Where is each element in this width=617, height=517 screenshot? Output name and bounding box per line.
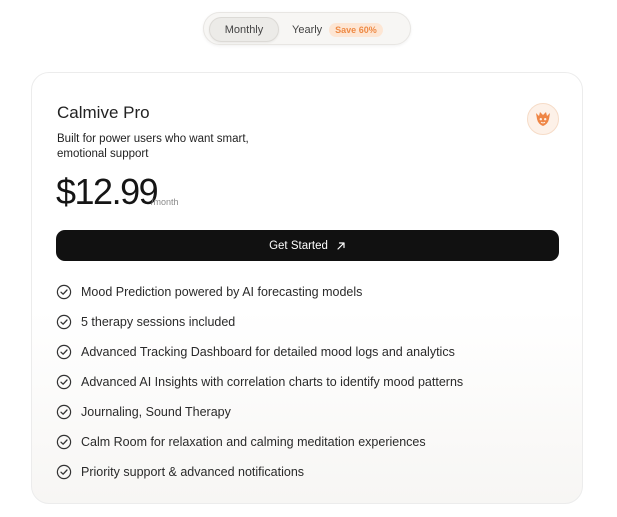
yearly-label: Yearly: [292, 23, 323, 36]
check-circle-icon: [56, 434, 72, 450]
feature-text: Journaling, Sound Therapy: [81, 405, 231, 419]
feature-item: Advanced AI Insights with correlation ch…: [56, 367, 463, 397]
monthly-option[interactable]: Monthly: [209, 17, 279, 42]
feature-item: Advanced Tracking Dashboard for detailed…: [56, 337, 463, 367]
feature-text: Calm Room for relaxation and calming med…: [81, 435, 426, 449]
check-circle-icon: [56, 374, 72, 390]
billing-toggle: Monthly Yearly Save 60%: [203, 12, 411, 45]
feature-item: 5 therapy sessions included: [56, 307, 463, 337]
feature-item: Journaling, Sound Therapy: [56, 397, 463, 427]
check-circle-icon: [56, 464, 72, 480]
feature-text: Mood Prediction powered by AI forecastin…: [81, 285, 363, 299]
plan-name: Calmive Pro: [57, 103, 150, 122]
feature-item: Priority support & advanced notification…: [56, 457, 463, 487]
feature-item: Calm Room for relaxation and calming med…: [56, 427, 463, 457]
get-started-button[interactable]: Get Started: [56, 230, 559, 261]
get-started-label: Get Started: [269, 239, 328, 252]
check-circle-icon: [56, 314, 72, 330]
feature-item: Mood Prediction powered by AI forecastin…: [56, 277, 463, 307]
price-unit: /month: [151, 197, 179, 207]
arrow-up-right-icon: [336, 241, 346, 251]
pricing-card: Calmive Pro Built for power users who wa…: [31, 72, 583, 504]
check-circle-icon: [56, 284, 72, 300]
yearly-option[interactable]: Yearly Save 60%: [292, 17, 404, 42]
feature-text: Advanced Tracking Dashboard for detailed…: [81, 345, 455, 359]
check-circle-icon: [56, 344, 72, 360]
feature-text: Priority support & advanced notification…: [81, 465, 305, 479]
check-circle-icon: [56, 404, 72, 420]
plan-description: Built for power users who want smart, em…: [57, 133, 249, 160]
feature-text: 5 therapy sessions included: [81, 315, 236, 329]
calmive-logo-icon: [527, 103, 559, 135]
monthly-label: Monthly: [224, 23, 264, 36]
save-badge: Save 60%: [329, 22, 383, 37]
plan-price: $12.99: [56, 171, 159, 212]
feature-text: Advanced AI Insights with correlation ch…: [81, 375, 464, 389]
feature-list: Mood Prediction powered by AI forecastin…: [56, 277, 463, 487]
